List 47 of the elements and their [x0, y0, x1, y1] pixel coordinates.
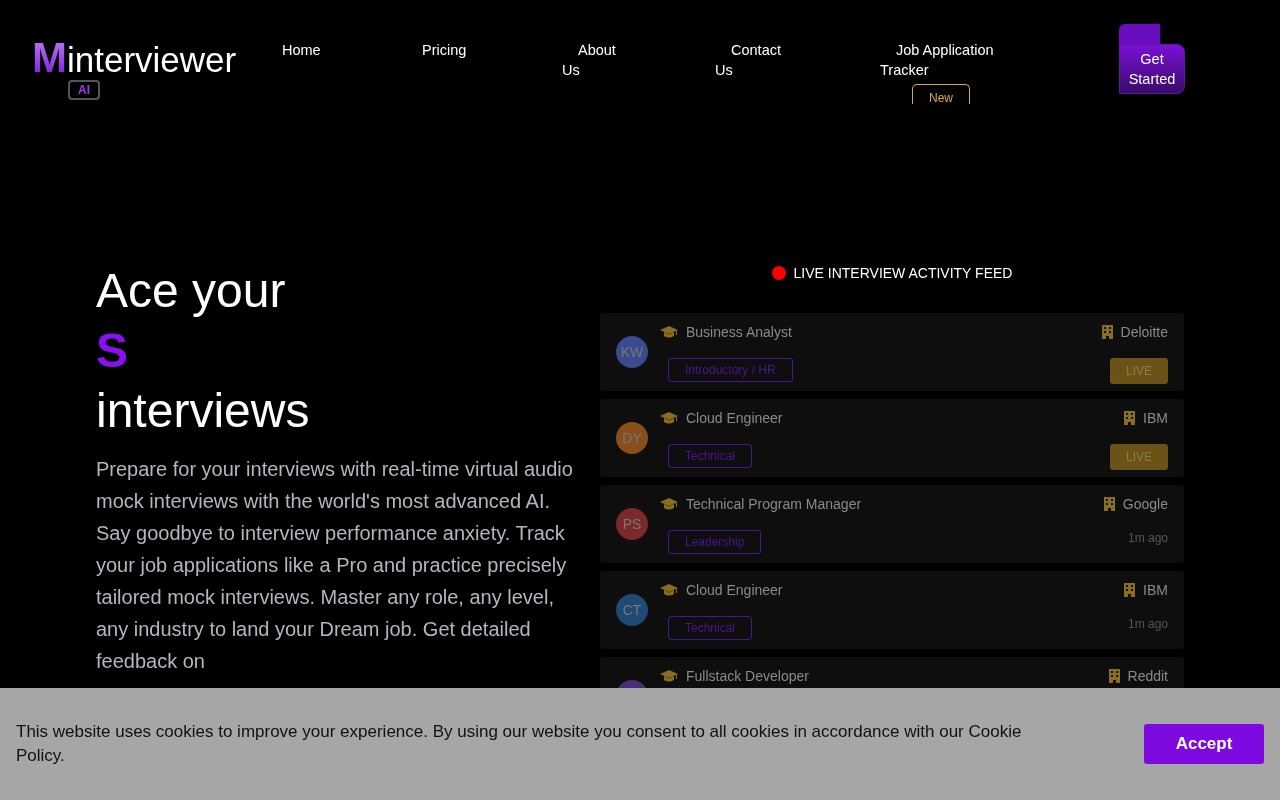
nav-link[interactable]: About Us — [562, 40, 620, 80]
graduation-cap-icon — [660, 411, 678, 425]
job-role: Cloud Engineer — [686, 582, 783, 598]
hero-headline: S — [96, 323, 129, 379]
new-badge: New — [912, 84, 970, 104]
hero-headline: interviews — [96, 383, 311, 439]
graduation-cap-icon — [660, 325, 678, 339]
company-name: Deloitte — [1120, 324, 1168, 340]
job-role: Technical Program Manager — [686, 496, 862, 512]
get-started-button[interactable]: Get Started — [1119, 44, 1185, 94]
interview-type-tag: Technical — [668, 616, 753, 640]
avatar: PS — [616, 508, 648, 540]
building-icon — [1124, 583, 1136, 597]
interview-type-tag: Technical — [668, 444, 753, 468]
job-role: Fullstack Developer — [686, 668, 809, 684]
building-icon — [1101, 325, 1113, 339]
nav-link[interactable]: Job Application Tracker — [880, 40, 1002, 80]
graduation-cap-icon — [660, 583, 678, 597]
company-name: IBM — [1143, 410, 1168, 426]
company-name: Google — [1122, 496, 1168, 512]
nav-link[interactable]: Contact Us — [715, 40, 785, 80]
interview-type-tag: Introductory / HR — [668, 358, 793, 382]
interview-type-tag: Leadership — [668, 530, 762, 554]
building-icon — [1103, 497, 1115, 511]
accept-button[interactable]: Accept — [1144, 724, 1264, 764]
job-role: Cloud Engineer — [686, 410, 783, 426]
live-dot-icon — [771, 266, 786, 280]
hero-headline: Ace your — [96, 263, 287, 319]
avatar: CT — [616, 594, 648, 626]
building-icon — [1108, 669, 1120, 683]
time-ago: 1m ago — [1127, 617, 1168, 631]
company-name: Reddit — [1127, 668, 1168, 684]
time-ago: 1m ago — [1127, 531, 1168, 545]
nav-link[interactable]: Home — [282, 40, 342, 60]
cookie-notice: This website uses cookies to improve your experience. By using our website you consent to all cookies in accordance with our Cookie Policy. — [16, 721, 1023, 767]
company-name: IBM — [1143, 582, 1168, 598]
graduation-cap-icon — [660, 669, 678, 683]
logo-badge: AI — [68, 80, 100, 100]
hero-description: Prepare for your interviews with real-time virtual audio mock interviews with the world's most advanced AI. Say goodbye to interview performance anxiety. Track your job applications like a Pro and practice precisely tailored mock interviews. Master any role, any level, any industry to land your Dream job. Get detailed feedback on — [96, 457, 574, 674]
feed-title: LIVE INTERVIEW ACTIVITY FEED — [793, 265, 1013, 281]
avatar: DY — [616, 422, 648, 454]
nav-link[interactable]: Pricing — [422, 40, 482, 60]
graduation-cap-icon — [660, 497, 678, 511]
job-role: Business Analyst — [686, 324, 792, 340]
building-icon — [1124, 411, 1136, 425]
avatar: KW — [616, 336, 648, 368]
logo-wordmark: interviewer — [67, 40, 237, 80]
